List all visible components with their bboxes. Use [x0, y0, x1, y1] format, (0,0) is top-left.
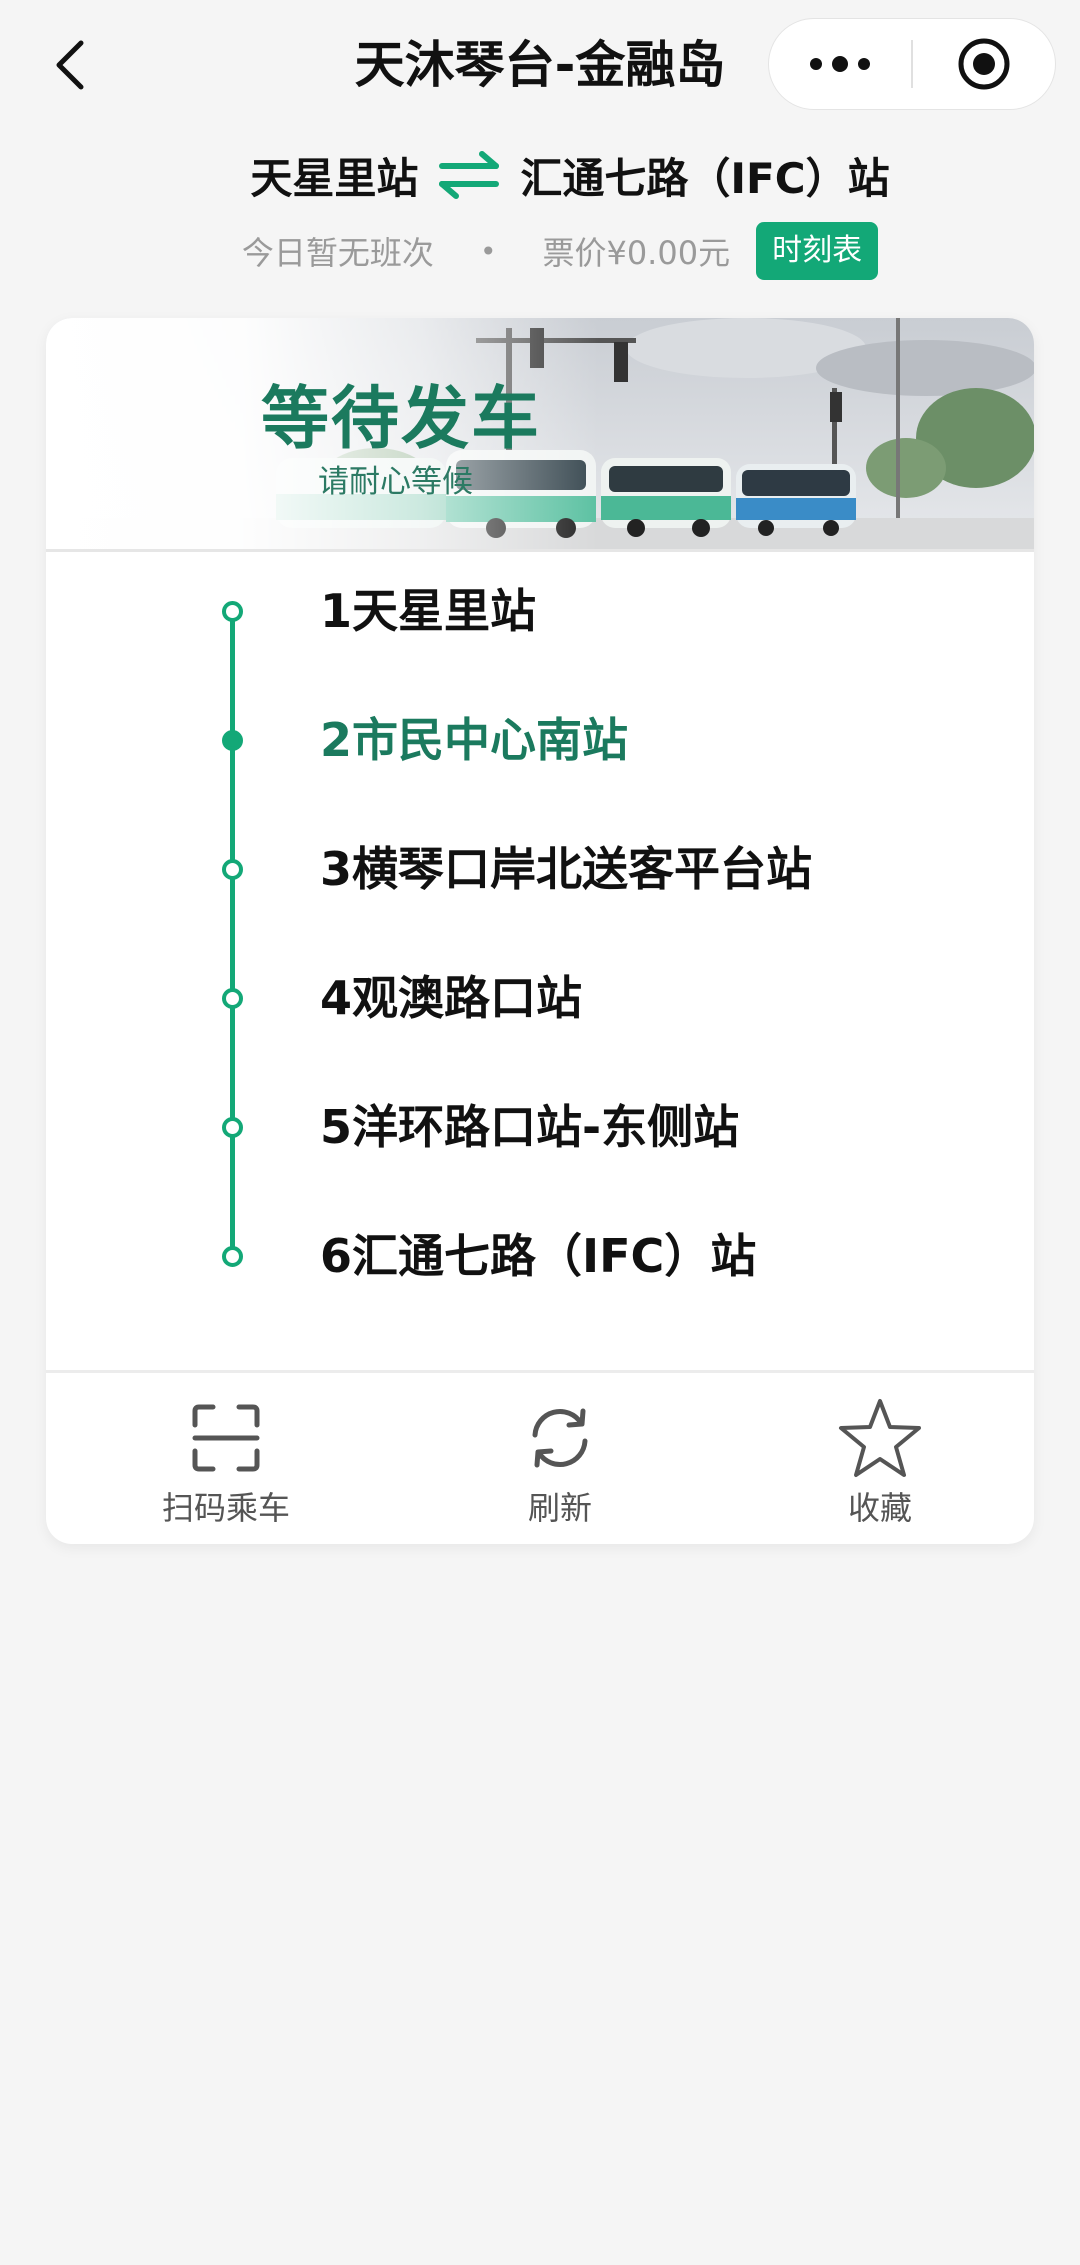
- mini-program-capsule: [768, 18, 1056, 110]
- close-button[interactable]: [913, 18, 1055, 110]
- stop-list: 1天星里站 2市民中心南站 3横琴口岸北送客平台站 4观澳路口站 5洋环路口站-…: [46, 552, 1034, 1366]
- timetable-button[interactable]: 时刻表: [756, 222, 879, 280]
- stop-marker: [222, 988, 243, 1009]
- stop-marker: [222, 601, 243, 622]
- route-to-station: 汇通七路（IFC）站: [520, 153, 890, 203]
- refresh-label: 刷新: [527, 1489, 592, 1527]
- route-header: 天星里站 汇通七路（IFC）站: [0, 140, 1080, 210]
- stop-marker: [222, 1246, 243, 1267]
- stop-name: 5洋环路口站-东侧站: [320, 1100, 740, 1154]
- back-chevron-icon: [56, 40, 84, 90]
- nav-bar: 天沐琴台-金融岛: [0, 0, 1080, 130]
- scan-ride-label: 扫码乘车: [161, 1489, 290, 1527]
- more-button[interactable]: [769, 18, 911, 110]
- stop-name: 3横琴口岸北送客平台站: [320, 842, 813, 896]
- favorite-label: 收藏: [847, 1489, 912, 1527]
- stop-item[interactable]: 6汇通七路（IFC）站: [46, 1211, 1034, 1301]
- star-icon: [836, 1397, 924, 1479]
- refresh-button[interactable]: 刷新: [450, 1373, 670, 1544]
- swap-direction-icon[interactable]: [436, 150, 502, 200]
- stop-name: 1天星里站: [320, 584, 537, 638]
- stop-name: 6汇通七路（IFC）站: [320, 1229, 757, 1283]
- banner-subtitle: 请耐心等候: [318, 464, 473, 500]
- banner-title: 等待发车: [261, 380, 542, 459]
- schedule-status: 今日暂无班次: [241, 234, 434, 272]
- stop-item[interactable]: 3横琴口岸北送客平台站: [46, 824, 1034, 914]
- route-card: 等待发车 请耐心等候 1天星里站 2市民中心南站 3横琴口岸北送客平台站 4观澳…: [46, 318, 1034, 1544]
- stop-name: 2市民中心南站: [320, 713, 629, 767]
- stop-item-current[interactable]: 2市民中心南站: [46, 695, 1034, 785]
- info-separator: •: [479, 234, 497, 268]
- more-dots-icon: [810, 56, 870, 72]
- stop-marker: [222, 859, 243, 880]
- target-close-icon: [958, 38, 1010, 90]
- action-bar: 扫码乘车 刷新 收藏: [46, 1370, 1034, 1544]
- current-stop-marker: [222, 730, 243, 751]
- back-button[interactable]: [40, 30, 100, 100]
- page-title: 天沐琴台-金融岛: [354, 36, 726, 94]
- route-info: 今日暂无班次 • 票价¥0.00元 时刻表: [0, 218, 1080, 284]
- status-banner: 等待发车 请耐心等候: [46, 318, 1034, 552]
- stop-item[interactable]: 4观澳路口站: [46, 953, 1034, 1043]
- stop-item[interactable]: 1天星里站: [46, 566, 1034, 656]
- stop-marker: [222, 1117, 243, 1138]
- stop-item[interactable]: 5洋环路口站-东侧站: [46, 1082, 1034, 1172]
- scan-icon: [182, 1397, 270, 1479]
- scan-ride-button[interactable]: 扫码乘车: [116, 1373, 336, 1544]
- refresh-icon: [516, 1397, 604, 1479]
- stop-name: 4观澳路口站: [320, 971, 583, 1025]
- fare-text: 票价¥0.00元: [542, 234, 731, 272]
- route-from-station: 天星里站: [250, 153, 419, 203]
- favorite-button[interactable]: 收藏: [770, 1373, 990, 1544]
